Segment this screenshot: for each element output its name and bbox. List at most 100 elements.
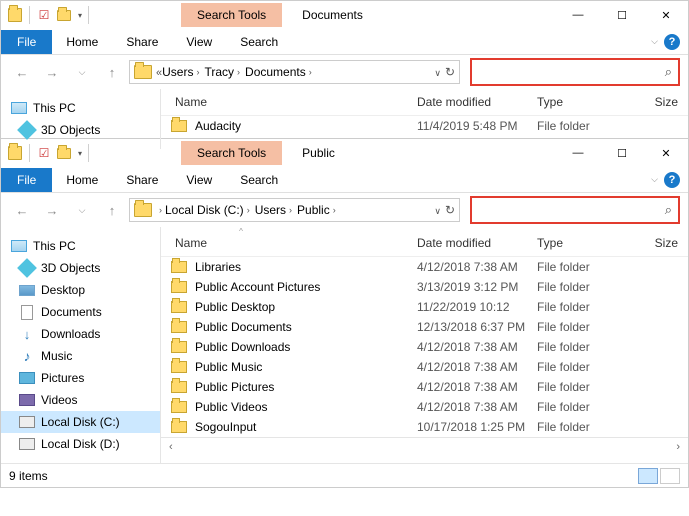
tab-home[interactable]: Home [52,167,112,193]
address-bar[interactable]: › Local Disk (C:)› Users› Public› [129,198,460,222]
ribbon-expand-icon[interactable]: ⌵ [651,174,658,185]
address-dropdown-icon[interactable] [434,203,441,217]
search-icon[interactable]: ⌕ [665,202,672,218]
properties-icon[interactable]: ☑ [36,7,52,23]
close-button[interactable]: ✕ [644,1,688,29]
maximize-button[interactable]: ☐ [600,1,644,29]
sidebar-item-desktop[interactable]: Desktop [1,279,160,301]
details-view-button[interactable] [638,468,658,484]
properties-icon[interactable]: ☑ [36,145,52,161]
column-name[interactable]: Name [171,236,417,250]
sidebar-item-3d-objects[interactable]: 3D Objects [1,119,160,141]
minimize-button[interactable]: — [556,139,600,167]
tab-share[interactable]: Share [112,29,172,55]
column-date[interactable]: Date modified [417,236,537,250]
tab-home[interactable]: Home [52,29,112,55]
qat-dropdown-icon[interactable]: ▾ [78,11,82,20]
sort-indicator-icon: ^ [231,227,251,236]
qat-dropdown-icon[interactable]: ▾ [78,149,82,158]
window-controls: — ☐ ✕ [556,1,688,29]
sidebar-item-documents[interactable]: Documents [1,301,160,323]
tab-search[interactable]: Search [226,29,292,55]
history-dropdown[interactable]: ⌵ [69,197,95,223]
breadcrumb-segment[interactable]: Users› [255,203,295,217]
maximize-button[interactable]: ☐ [600,139,644,167]
close-button[interactable]: ✕ [644,139,688,167]
up-button[interactable]: ↑ [99,197,125,223]
scroll-left-icon[interactable]: ‹ [169,441,173,453]
refresh-icon[interactable] [445,203,455,217]
search-box[interactable]: ⌕ [470,196,680,224]
forward-button[interactable]: → [39,197,65,223]
tab-share[interactable]: Share [112,167,172,193]
address-dropdown-icon[interactable] [434,65,441,79]
folder-icon [171,281,187,293]
sidebar-item-downloads[interactable]: Downloads [1,323,160,345]
column-size[interactable]: Size [637,236,678,250]
new-folder-icon[interactable] [56,145,72,161]
breadcrumb-segment[interactable]: Tracy› [204,65,243,79]
downloads-icon [19,326,35,342]
status-bar: 9 items [1,463,688,487]
breadcrumb-segment[interactable]: Users› [162,65,202,79]
column-type[interactable]: Type [537,236,637,250]
list-item[interactable]: SogouInput10/17/2018 1:25 PMFile folder [161,417,688,437]
window-controls: — ☐ ✕ [556,139,688,167]
list-item[interactable]: Public Documents12/13/2018 6:37 PMFile f… [161,317,688,337]
sidebar-item-music[interactable]: Music [1,345,160,367]
chevron-icon[interactable]: › [156,205,165,215]
list-item[interactable]: Public Desktop11/22/2019 10:12File folde… [161,297,688,317]
file-list-pane: ^ Name Date modified Type Size Libraries… [161,227,688,463]
sidebar-item-local-disk-c[interactable]: Local Disk (C:) [1,411,160,433]
navigation-pane: This PC 3D Objects Desktop Documents Dow… [1,227,161,463]
search-input[interactable] [478,65,665,79]
new-folder-icon[interactable] [56,7,72,23]
help-icon[interactable]: ? [664,172,680,188]
column-size[interactable]: Size [637,95,678,109]
up-button[interactable]: ↑ [99,59,125,85]
search-box[interactable]: ⌕ [470,58,680,86]
refresh-icon[interactable] [445,65,455,79]
list-item[interactable]: Public Downloads4/12/2018 7:38 AMFile fo… [161,337,688,357]
list-item[interactable]: Public Pictures4/12/2018 7:38 AMFile fol… [161,377,688,397]
sidebar-item-local-disk-d[interactable]: Local Disk (D:) [1,433,160,455]
list-item[interactable]: Public Account Pictures3/13/2019 3:12 PM… [161,277,688,297]
column-headers: Name Date modified Type Size [161,236,688,257]
breadcrumb-segment[interactable]: Documents› [245,65,315,79]
column-name[interactable]: Name [171,95,417,109]
sidebar-item-3d-objects[interactable]: 3D Objects [1,257,160,279]
horizontal-scrollbar[interactable]: ‹ › [161,437,688,455]
back-button[interactable]: ← [9,59,35,85]
back-button[interactable]: ← [9,197,35,223]
forward-button[interactable]: → [39,59,65,85]
list-item[interactable]: Audacity 11/4/2019 5:48 PM File folder [161,116,688,136]
address-bar[interactable]: Users› Tracy› Documents› [129,60,460,84]
tab-view[interactable]: View [172,29,226,55]
sidebar-item-this-pc[interactable]: This PC [1,97,160,119]
sidebar-item-videos[interactable]: Videos [1,389,160,411]
tab-view[interactable]: View [172,167,226,193]
tab-search[interactable]: Search [226,167,292,193]
minimize-button[interactable]: — [556,1,600,29]
folder-icon [171,401,187,413]
list-item[interactable]: Public Videos4/12/2018 7:38 AMFile folde… [161,397,688,417]
history-dropdown[interactable]: ⌵ [69,59,95,85]
breadcrumb-segment[interactable]: Local Disk (C:)› [165,203,253,217]
scroll-right-icon[interactable]: › [676,441,680,453]
pictures-icon [19,370,35,386]
tab-file[interactable]: File [1,168,52,192]
list-item[interactable]: Libraries4/12/2018 7:38 AMFile folder [161,257,688,277]
column-date[interactable]: Date modified [417,95,537,109]
large-icons-view-button[interactable] [660,468,680,484]
sidebar-item-pictures[interactable]: Pictures [1,367,160,389]
search-input[interactable] [478,203,665,217]
quick-access-toolbar: ☑ ▾ [1,144,91,162]
search-icon[interactable]: ⌕ [665,64,672,80]
breadcrumb-segment[interactable]: Public› [297,203,339,217]
ribbon-expand-icon[interactable]: ⌵ [651,36,658,47]
list-item[interactable]: Public Music4/12/2018 7:38 AMFile folder [161,357,688,377]
sidebar-item-this-pc[interactable]: This PC [1,235,160,257]
column-type[interactable]: Type [537,95,637,109]
help-icon[interactable]: ? [664,34,680,50]
tab-file[interactable]: File [1,30,52,54]
